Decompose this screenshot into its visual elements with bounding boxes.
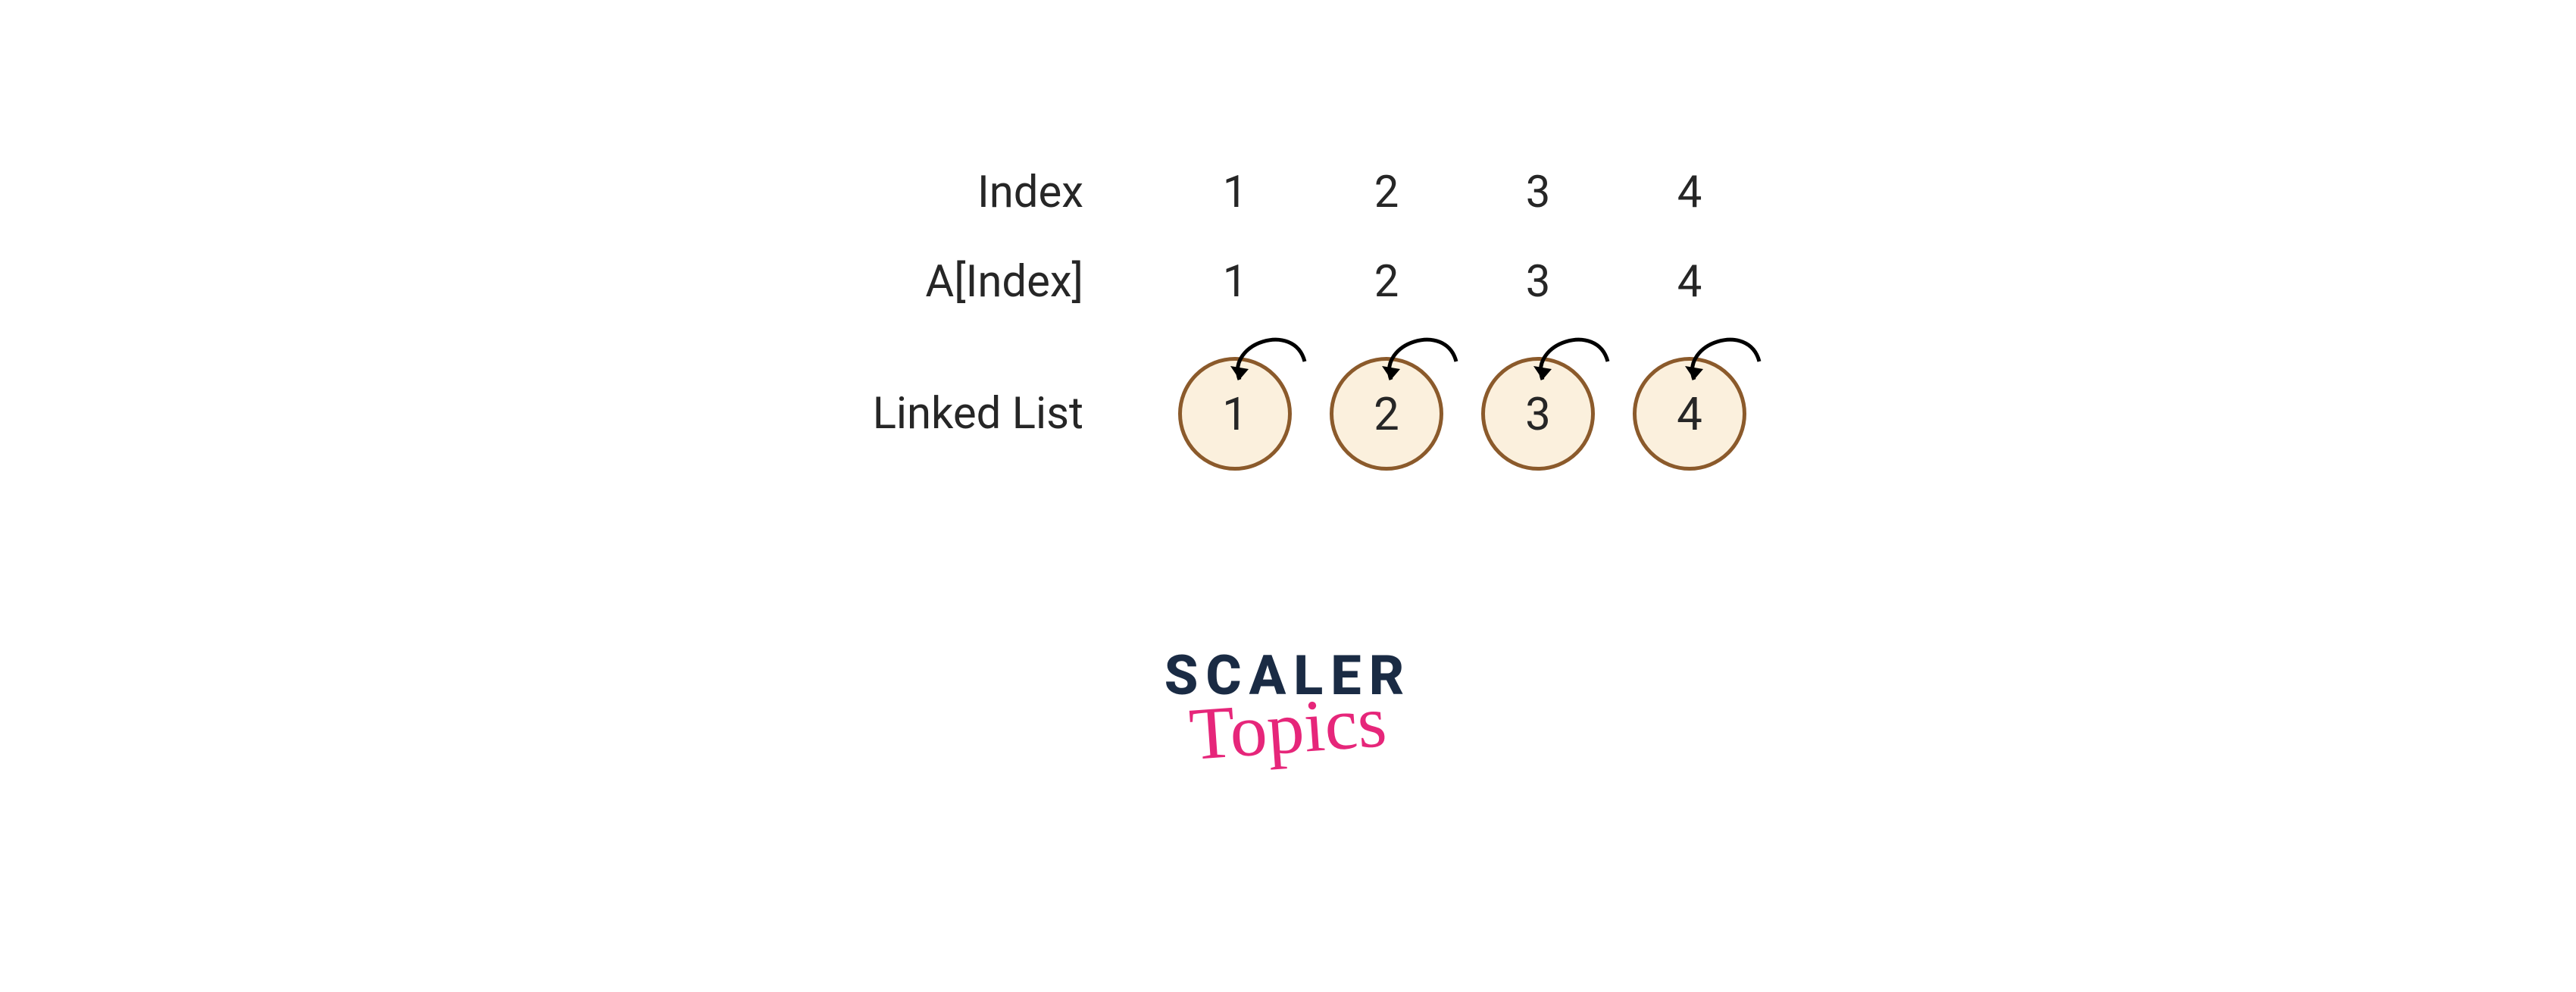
- scaler-topics-logo: SCALER Topics: [1165, 649, 1411, 765]
- node-wrap: 3: [1462, 357, 1614, 471]
- aindex-value: 2: [1311, 256, 1462, 308]
- diagram-container: Index 1 2 3 4 A[Index] 1 2 3 4 Linked Li…: [0, 0, 2576, 992]
- aindex-row: A[Index] 1 2 3 4: [811, 256, 1765, 308]
- index-label: Index: [811, 167, 1159, 218]
- index-value: 1: [1159, 167, 1311, 218]
- logo-bottom-text: Topics: [1187, 684, 1389, 772]
- diagram: Index 1 2 3 4 A[Index] 1 2 3 4 Linked Li…: [811, 167, 1765, 482]
- index-values: 1 2 3 4: [1159, 167, 1765, 218]
- aindex-values: 1 2 3 4: [1159, 256, 1765, 308]
- index-row: Index 1 2 3 4: [811, 167, 1765, 218]
- node-wrap: 4: [1614, 357, 1765, 471]
- self-loop-arrow-icon: [1529, 321, 1620, 389]
- node-wrap: 2: [1311, 357, 1462, 471]
- aindex-value: 3: [1462, 256, 1614, 308]
- index-value: 3: [1462, 167, 1614, 218]
- linked-list-nodes: 1 2 3: [1159, 357, 1765, 471]
- self-loop-arrow-icon: [1377, 321, 1468, 389]
- aindex-label: A[Index]: [811, 256, 1159, 308]
- self-loop-arrow-icon: [1680, 321, 1771, 389]
- linked-list-row: Linked List 1 2: [811, 346, 1765, 482]
- linked-list-label: Linked List: [811, 346, 1159, 482]
- index-value: 2: [1311, 167, 1462, 218]
- aindex-value: 1: [1159, 256, 1311, 308]
- node-wrap: 1: [1159, 357, 1311, 471]
- index-value: 4: [1614, 167, 1765, 218]
- aindex-value: 4: [1614, 256, 1765, 308]
- self-loop-arrow-icon: [1226, 321, 1317, 389]
